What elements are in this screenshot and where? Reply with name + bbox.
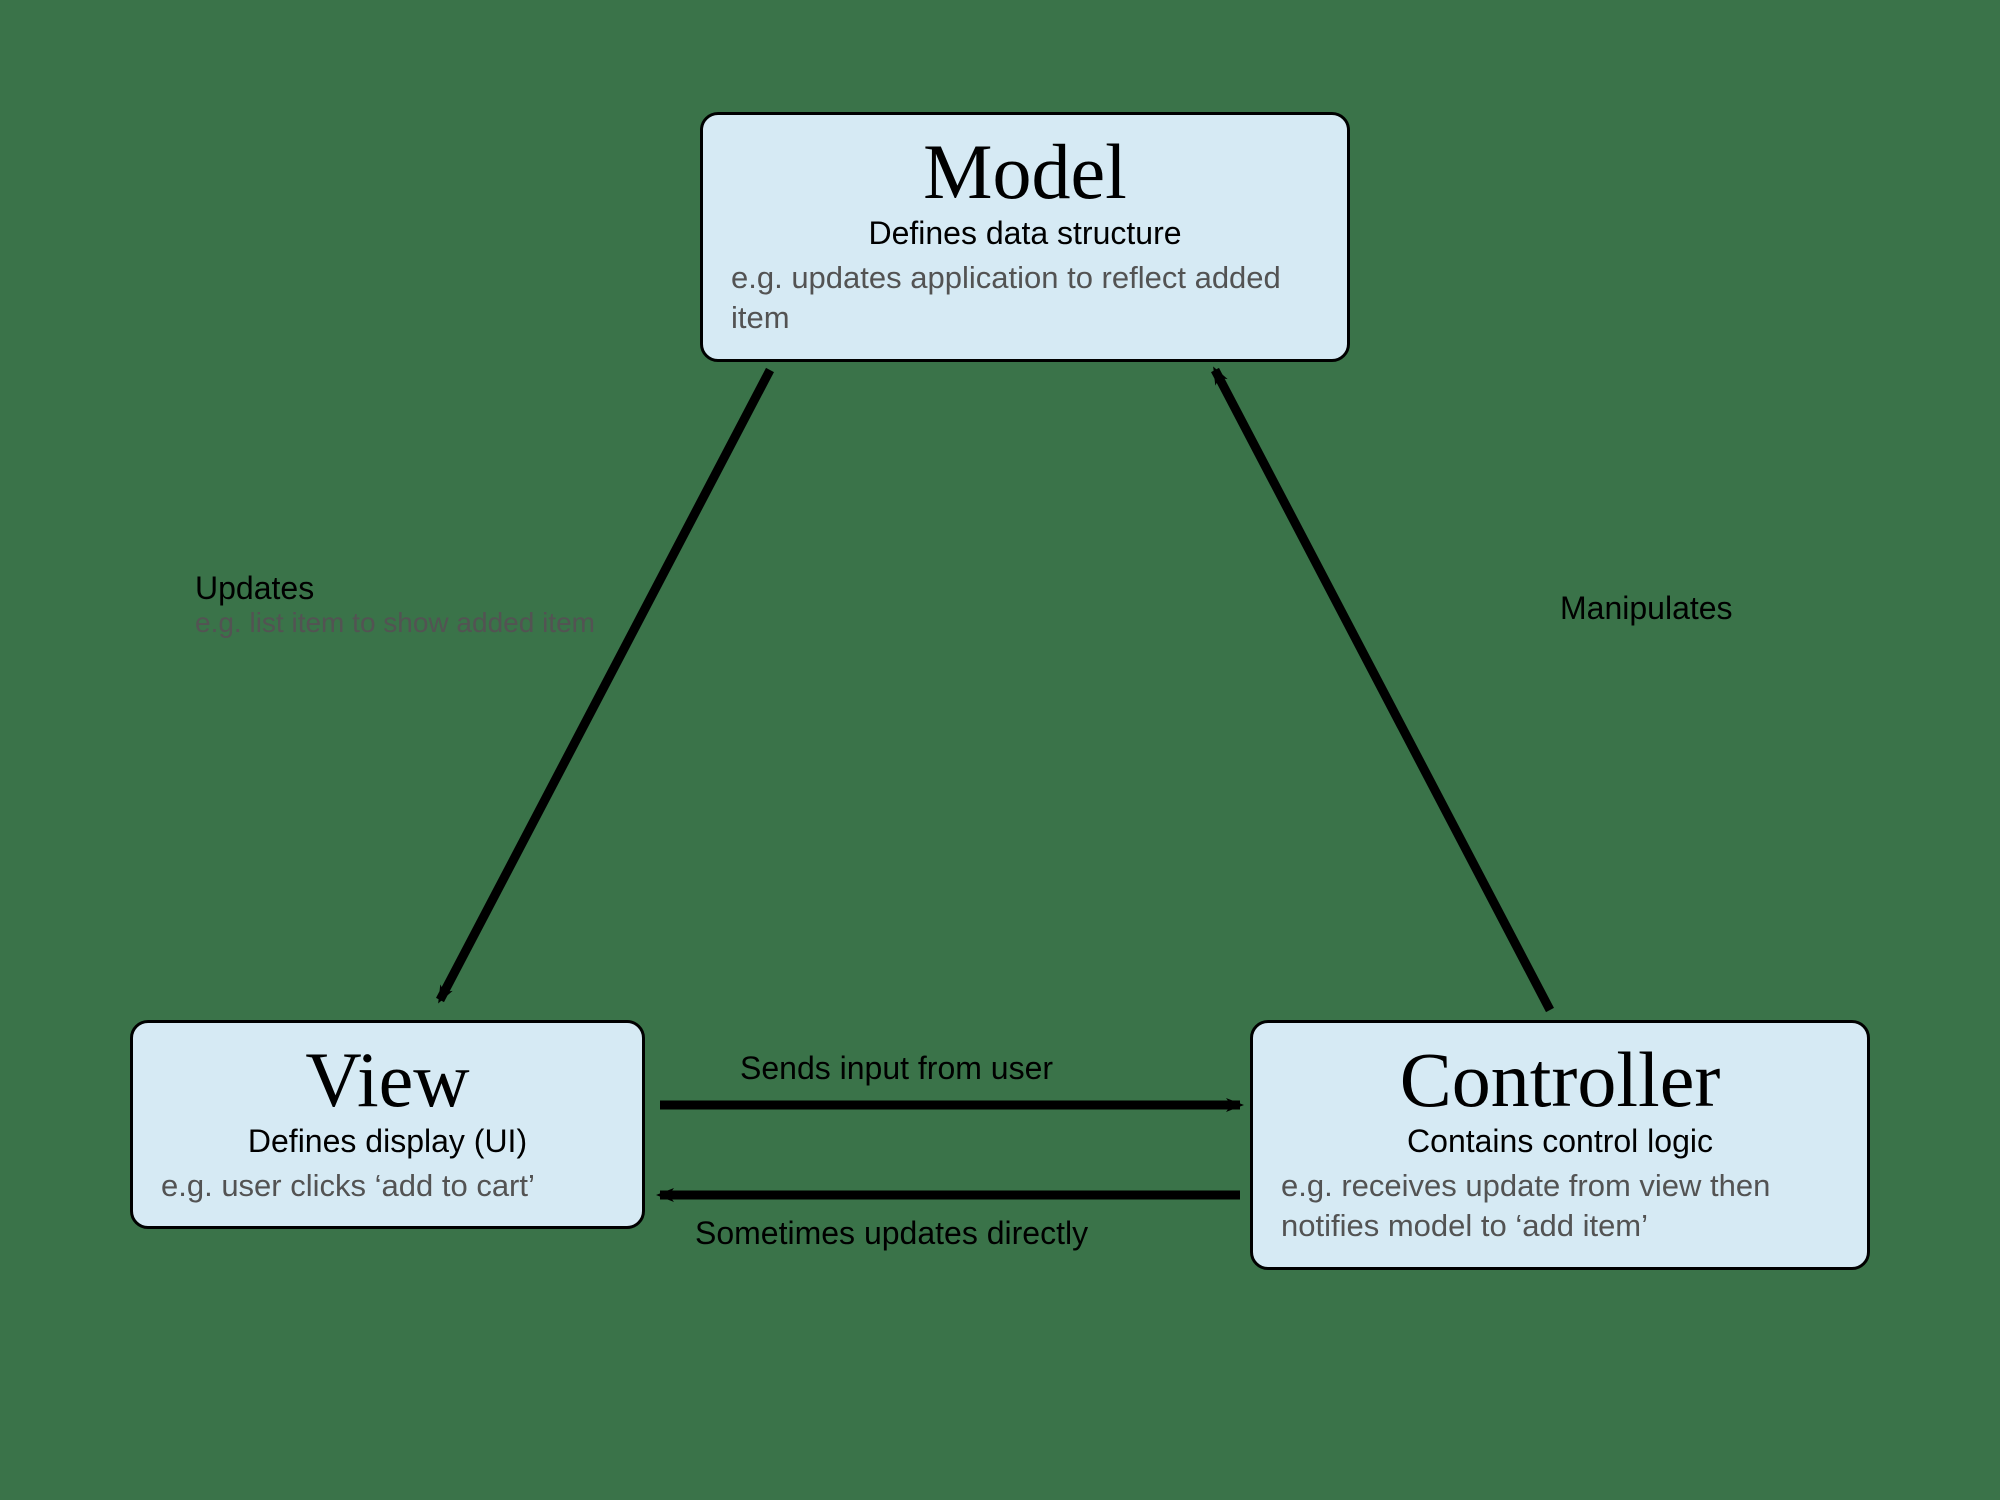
label-controller-to-model: Manipulates: [1560, 590, 1733, 627]
view-subtitle: Defines display (UI): [161, 1123, 614, 1160]
view-title: View: [161, 1041, 614, 1119]
label-controller-to-view: Sometimes updates directly: [695, 1215, 1088, 1252]
controller-node: Controller Contains control logic e.g. r…: [1250, 1020, 1870, 1270]
controller-title: Controller: [1281, 1041, 1839, 1119]
label-model-to-view: Updates e.g. list item to show added ite…: [195, 570, 655, 639]
model-subtitle: Defines data structure: [731, 215, 1319, 252]
label-updates-primary: Updates: [195, 570, 655, 607]
model-example: e.g. updates application to reflect adde…: [731, 258, 1319, 339]
label-sends-input-primary: Sends input from user: [740, 1050, 1053, 1087]
label-sometimes-updates-primary: Sometimes updates directly: [695, 1215, 1088, 1252]
model-node: Model Defines data structure e.g. update…: [700, 112, 1350, 362]
view-node: View Defines display (UI) e.g. user clic…: [130, 1020, 645, 1229]
label-updates-secondary: e.g. list item to show added item: [195, 607, 655, 639]
arrow-controller-to-model: [1215, 370, 1550, 1010]
controller-example: e.g. receives update from view then noti…: [1281, 1166, 1839, 1247]
label-manipulates-primary: Manipulates: [1560, 590, 1733, 627]
model-title: Model: [731, 133, 1319, 211]
label-view-to-controller: Sends input from user: [740, 1050, 1053, 1087]
controller-subtitle: Contains control logic: [1281, 1123, 1839, 1160]
view-example: e.g. user clicks ‘add to cart’: [161, 1166, 614, 1206]
arrow-model-to-view: [440, 370, 770, 1000]
